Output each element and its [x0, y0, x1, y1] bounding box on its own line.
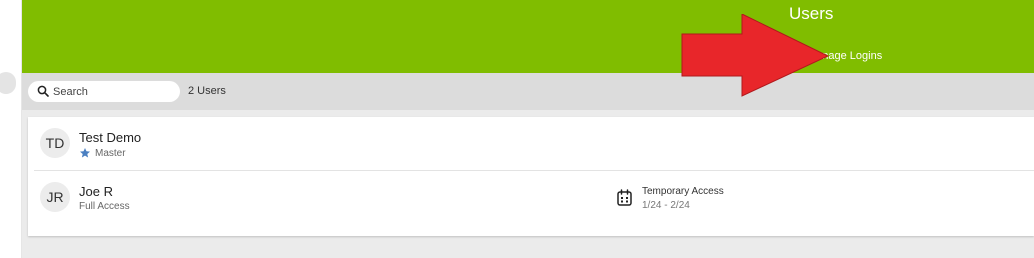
annotation-arrow	[681, 14, 830, 97]
user-role: Master	[79, 147, 126, 159]
users-app: Users Manage Logins 2 Users TD Test Demo…	[22, 0, 1034, 258]
user-role-label: Full Access	[79, 201, 130, 212]
avatar: JR	[40, 182, 70, 212]
access-type: Temporary Access	[642, 186, 724, 197]
user-name: Test Demo	[79, 130, 142, 145]
toolbar: 2 Users	[22, 73, 1034, 110]
user-row[interactable]: JR Joe R Full Access Temporary Access 1/…	[28, 171, 1034, 225]
user-role-label: Master	[95, 147, 126, 159]
search-icon	[37, 85, 49, 97]
temporary-access-info: Temporary Access 1/24 - 2/24	[617, 186, 817, 216]
left-rail	[0, 0, 22, 258]
search-input[interactable]	[53, 83, 171, 100]
user-count: 2 Users	[188, 85, 226, 97]
avatar: TD	[40, 128, 70, 158]
access-dates: 1/24 - 2/24	[642, 200, 690, 211]
user-row[interactable]: TD Test Demo Master	[28, 117, 1034, 171]
user-name: Joe R	[79, 184, 113, 199]
user-role: Full Access	[79, 201, 130, 212]
calendar-icon	[617, 189, 632, 206]
rail-handle[interactable]	[0, 72, 16, 94]
star-icon	[80, 148, 90, 158]
header: Users Manage Logins	[22, 0, 1034, 73]
search-box[interactable]	[28, 81, 180, 102]
user-list: TD Test Demo Master JR Joe R Full Access	[28, 117, 1034, 236]
